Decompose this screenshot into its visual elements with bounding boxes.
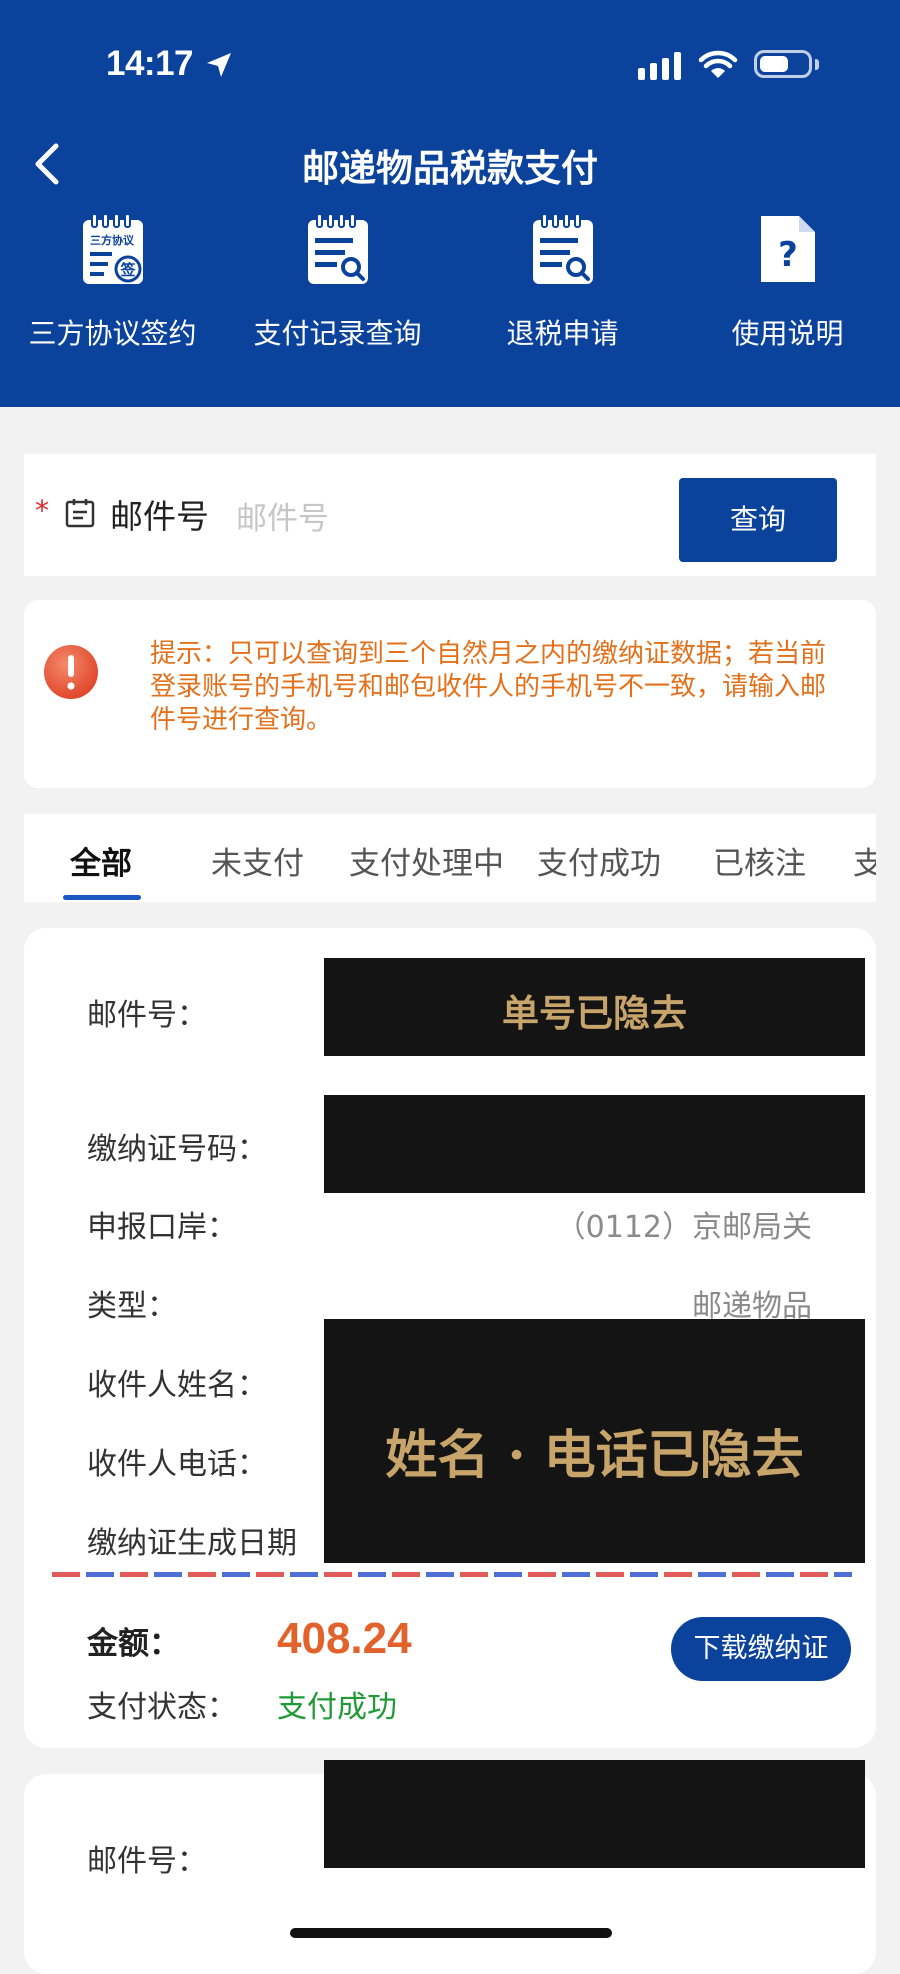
tab-unpaid[interactable]: 未支付 (211, 838, 304, 883)
payment-status-label: 支付状态： (87, 1690, 237, 1725)
quick-action-label: 三方协议签约 (28, 317, 197, 350)
page-title: 邮递物品税款支付 (302, 147, 598, 190)
redaction-receipt-number (324, 1095, 865, 1193)
home-indicator (290, 1928, 612, 1938)
record-search-icon (307, 213, 368, 284)
status-time: 14:17 (106, 44, 194, 83)
type-label: 类型： (87, 1289, 177, 1324)
calendar-list-icon (65, 499, 95, 528)
quick-action-agreement[interactable]: 三方协议 签 三方协议签约 (0, 212, 225, 352)
quick-action-label: 退税申请 (506, 317, 619, 350)
tracking-number-label: 邮件号 (110, 497, 209, 536)
receipt-date-label: 缴纳证生成日期 (87, 1526, 297, 1561)
wifi-icon (698, 50, 738, 78)
agreement-stamp-text: 签 (119, 261, 136, 279)
quick-action-help[interactable]: ? 使用说明 (675, 212, 900, 352)
recipient-phone-label: 收件人电话： (87, 1447, 267, 1482)
amount-label: 金额： (87, 1626, 180, 1662)
payment-status-value: 支付成功 (277, 1690, 397, 1725)
battery-icon (754, 50, 812, 78)
declare-port-label: 申报口岸： (87, 1210, 237, 1245)
receipt-number-row-label: 缴纳证号码： (87, 1132, 267, 1167)
required-mark: * (35, 494, 49, 527)
tracking-number-input[interactable] (236, 497, 656, 541)
warning-icon (44, 645, 98, 699)
redaction-tracking-number-2 (324, 1760, 865, 1868)
tab-processing[interactable]: 支付处理中 (349, 838, 504, 883)
tracking-number-row-label-2: 邮件号： (87, 1844, 207, 1879)
tracking-number-row-label: 邮件号： (87, 998, 207, 1033)
redaction-tracking-note: 单号已隐去 (502, 991, 687, 1035)
tab-paid[interactable]: 支付成功 (537, 838, 661, 883)
download-receipt-button[interactable]: 下载缴纳证 (671, 1617, 851, 1681)
signal-icon (638, 52, 681, 80)
refund-search-icon (532, 213, 593, 284)
quick-action-label: 使用说明 (731, 317, 844, 350)
quick-action-label: 支付记录查询 (253, 317, 422, 350)
location-arrow-icon (207, 53, 231, 77)
tab-overflow[interactable]: 支 (853, 838, 876, 883)
battery-tip (815, 59, 819, 70)
redaction-contact-note: 姓名 · 电话已隐去 (385, 1425, 804, 1486)
quick-action-payment-records[interactable]: 支付记录查询 (225, 212, 450, 352)
quick-action-refund[interactable]: 退税申请 (450, 212, 675, 352)
agreement-sign-icon: 三方协议 签 (82, 213, 143, 284)
recipient-name-label: 收件人姓名： (87, 1368, 267, 1403)
declare-port-value: （0112）京邮局关 (555, 1210, 812, 1245)
amount-value: 408.24 (277, 1614, 412, 1663)
agreement-badge-text: 三方协议 (90, 233, 135, 247)
active-tab-indicator (63, 895, 141, 900)
tab-verified[interactable]: 已核注 (713, 838, 806, 883)
airmail-divider (52, 1572, 852, 1577)
tab-all[interactable]: 全部 (70, 838, 132, 883)
help-glyph: ? (778, 235, 798, 275)
help-doc-icon: ? (760, 216, 815, 282)
notice-text: 提示：只可以查询到三个自然月之内的缴纳证数据；若当前登录账号的手机号和邮包收件人… (150, 639, 827, 735)
query-button[interactable]: 查询 (679, 478, 837, 562)
